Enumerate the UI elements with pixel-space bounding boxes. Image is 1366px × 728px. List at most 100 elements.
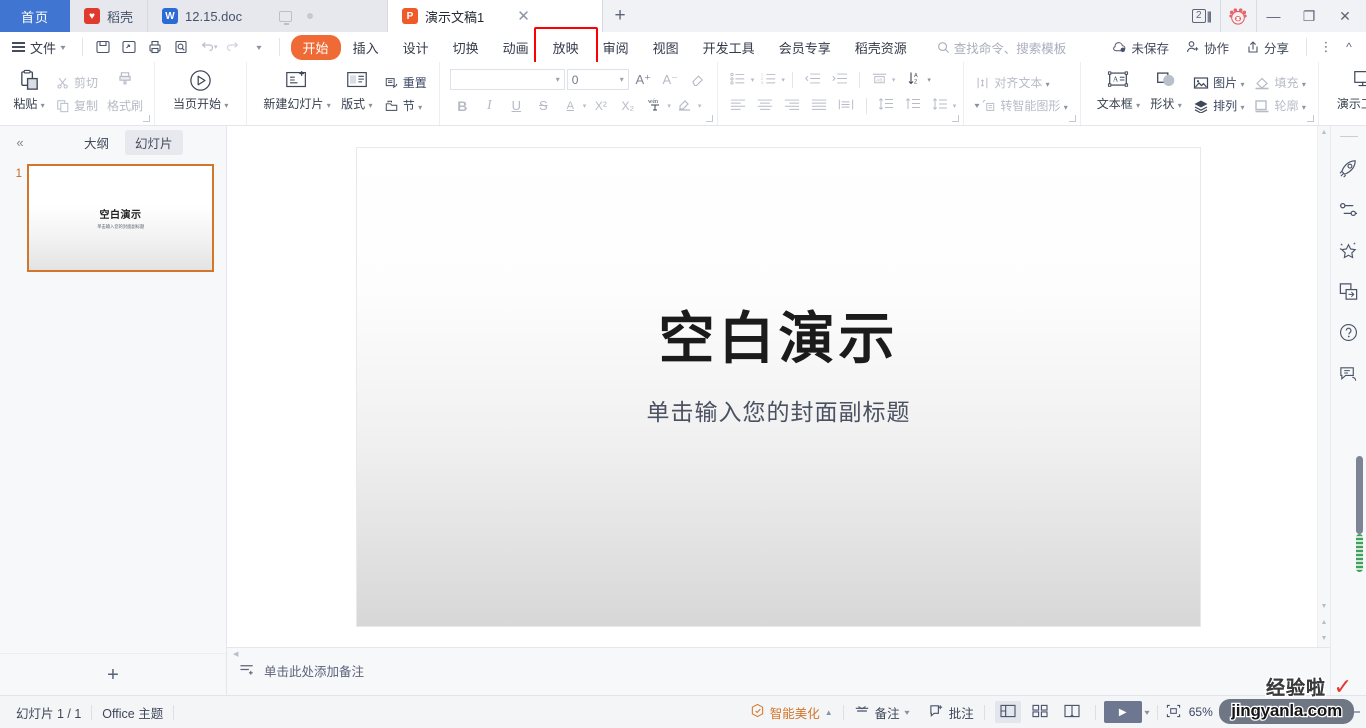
next-slide-icon[interactable]: ▼ — [1321, 635, 1328, 642]
comment-button[interactable]: 批注 — [919, 703, 984, 722]
thumbnail-item[interactable]: 1 空白演示 单击输入您的封面副标题 — [0, 164, 226, 272]
textbox-button[interactable]: A 文本框 ▾ — [1093, 65, 1144, 114]
normal-view-button[interactable] — [995, 701, 1021, 723]
zoom-out-button[interactable]: – — [1233, 705, 1240, 720]
align-text-button[interactable]: 对齐文本 ▾ — [970, 72, 1072, 93]
align-left-button[interactable] — [726, 94, 751, 117]
reset-button[interactable]: 重置 — [379, 72, 432, 93]
collaborate-button[interactable]: 协作 — [1179, 38, 1236, 57]
paragraph-dialog-launcher[interactable] — [952, 115, 959, 122]
font-name-combobox[interactable]: ▾ — [450, 69, 565, 90]
canvas-vertical-scrollbar[interactable]: ▲ ▼ ▲ ▼ — [1317, 126, 1330, 647]
scroll-up-icon[interactable]: ▲ — [1321, 129, 1328, 136]
sort-button[interactable]: AZ — [902, 68, 927, 91]
tab-slides[interactable]: 幻灯片 — [125, 130, 183, 155]
strikethrough-button[interactable]: S — [531, 94, 556, 117]
chevron-down-icon[interactable]: ▾ — [781, 76, 785, 84]
format-painter-button[interactable]: 格式刷 — [103, 67, 147, 116]
print-icon[interactable] — [142, 34, 168, 60]
layout-button[interactable]: 版式 ▾ — [335, 65, 379, 114]
highlight-button[interactable] — [673, 94, 698, 117]
text-effects-button[interactable]: wén — [642, 94, 667, 117]
reading-view-button[interactable] — [1059, 701, 1085, 723]
ribbon-tab-animations[interactable]: 动画 — [491, 35, 541, 60]
outline-button[interactable]: 轮廓 ▾ — [1249, 95, 1310, 116]
chevron-up-icon[interactable]: ▲ — [825, 708, 833, 717]
justify-button[interactable] — [807, 94, 832, 117]
screen-share-icon[interactable] — [279, 11, 292, 22]
scroll-thumb-icon[interactable]: ▲ — [1321, 619, 1328, 626]
decrease-font-size-button[interactable]: A⁻ — [658, 68, 683, 91]
slide-sorter-view-button[interactable] — [1027, 701, 1053, 723]
bullet-list-button[interactable] — [726, 68, 751, 91]
paste-button[interactable]: 粘贴 ▾ — [7, 65, 51, 114]
ribbon-tab-slideshow[interactable]: 放映 — [541, 35, 591, 60]
zoom-slider-handle[interactable] — [1310, 705, 1313, 719]
convert-to-smartart-button[interactable]: ▾ 转智能图形 ▾ — [970, 95, 1072, 116]
drawing-dialog-launcher[interactable] — [1307, 115, 1314, 122]
window-count-button[interactable]: 2||| — [1184, 0, 1218, 32]
slide-canvas[interactable]: 空白演示 单击输入您的封面副标题 — [357, 148, 1200, 626]
line-spacing-button[interactable] — [874, 94, 899, 117]
print-preview-icon[interactable] — [168, 34, 194, 60]
ribbon-tab-developer[interactable]: 开发工具 — [691, 35, 767, 60]
decrease-indent-button[interactable] — [800, 68, 825, 91]
present-tools-button[interactable]: 演示工具 ▾ — [1333, 65, 1366, 114]
ribbon-tab-member[interactable]: 会员专享 — [767, 35, 843, 60]
save-as-icon[interactable] — [116, 34, 142, 60]
ribbon-tab-start[interactable]: 开始 — [291, 35, 341, 60]
chevron-down-icon[interactable]: ▾ — [667, 102, 671, 110]
italic-button[interactable]: I — [477, 94, 502, 117]
notes-toggle-button[interactable]: 备注 ▾ — [844, 703, 919, 722]
close-icon[interactable]: ✕ — [517, 9, 530, 24]
notes-resize-handle[interactable]: ◀ — [227, 648, 1330, 659]
home-button[interactable]: 首页 — [0, 0, 70, 32]
zoom-slider[interactable] — [1248, 711, 1360, 713]
ribbon-tab-transitions[interactable]: 切换 — [441, 35, 491, 60]
superscript-button[interactable]: X² — [588, 94, 613, 117]
chevron-down-icon[interactable]: ▾ — [751, 76, 755, 84]
theme-name[interactable]: Office 主题 — [92, 703, 173, 722]
section-button[interactable]: 节 ▾ — [379, 95, 432, 116]
clear-formatting-button[interactable] — [685, 68, 710, 91]
font-color-button[interactable]: A — [558, 94, 583, 117]
ribbon-tab-docer-resources[interactable]: 稻壳资源 — [843, 35, 919, 60]
underline-button[interactable]: U — [504, 94, 529, 117]
share-button[interactable]: 分享 — [1239, 38, 1296, 57]
subscript-button[interactable]: X₂ — [615, 94, 640, 117]
more-vertical-icon[interactable]: ⋮ — [1317, 31, 1335, 63]
numbered-list-button[interactable]: 123 — [756, 68, 781, 91]
sparkle-star-icon[interactable] — [1337, 238, 1361, 262]
arrange-button[interactable]: 排列 ▾ — [1188, 95, 1249, 116]
line-height-button[interactable] — [928, 94, 953, 117]
increase-font-size-button[interactable]: A⁺ — [631, 68, 656, 91]
distribute-button[interactable] — [834, 94, 859, 117]
avatar[interactable] — [1220, 0, 1254, 32]
bold-button[interactable]: B — [450, 94, 475, 117]
text-direction-button[interactable]: AB — [867, 68, 892, 91]
chevron-down-icon[interactable]: ▾ — [1144, 708, 1149, 717]
copy-button[interactable]: 复制 — [51, 95, 103, 116]
help-circle-icon[interactable] — [1337, 320, 1361, 344]
maximize-restore-button[interactable]: ❐ — [1292, 0, 1326, 32]
paragraph-spacing-button[interactable] — [901, 94, 926, 117]
slide-subtitle-placeholder[interactable]: 单击输入您的封面副标题 — [647, 393, 911, 427]
collapse-panel-button[interactable]: « — [8, 135, 32, 150]
settings-sliders-icon[interactable] — [1337, 197, 1361, 221]
redo-icon[interactable] — [220, 34, 246, 60]
start-slideshow-button[interactable]: ▶ — [1104, 701, 1142, 723]
customize-quick-access-icon[interactable]: ▾ — [246, 34, 272, 60]
close-window-button[interactable]: ✕ — [1328, 0, 1362, 32]
tab-docer[interactable]: ♥ 稻壳 — [70, 0, 148, 32]
picture-button[interactable]: 图片 ▾ — [1188, 72, 1249, 93]
cut-button[interactable]: 剪切 — [51, 72, 103, 93]
notes-placeholder-row[interactable]: 单击此处添加备注 — [227, 659, 1330, 680]
slide-title-placeholder[interactable]: 空白演示 — [659, 311, 899, 367]
chevron-down-icon[interactable]: ▾ — [904, 708, 909, 717]
add-slide-button[interactable]: + — [107, 665, 119, 685]
ribbon-tab-view[interactable]: 视图 — [641, 35, 691, 60]
ribbon-tab-review[interactable]: 审阅 — [591, 35, 641, 60]
previous-slide-icon[interactable]: ▼ — [1321, 603, 1328, 610]
chevron-down-icon[interactable]: ▾ — [927, 76, 931, 84]
fill-button[interactable]: 填充 ▾ — [1249, 72, 1310, 93]
